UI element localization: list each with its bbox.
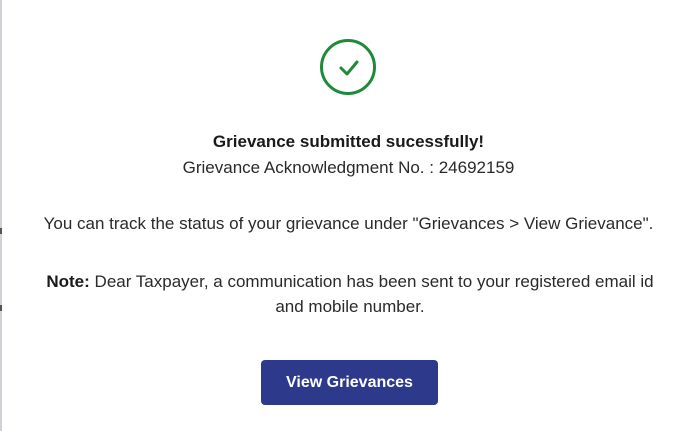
- note-text: Note: Dear Taxpayer, a communication has…: [30, 269, 670, 319]
- view-grievances-button[interactable]: View Grievances: [261, 360, 438, 405]
- acknowledgment-label: Grievance Acknowledgment No. :: [182, 158, 434, 177]
- left-border-mark: [0, 305, 2, 311]
- note-label: Note:: [46, 272, 90, 291]
- acknowledgment-line: Grievance Acknowledgment No. : 24692159: [0, 157, 697, 179]
- grievance-success-panel: Grievance submitted sucessfully! Grievan…: [0, 0, 697, 431]
- track-status-text: You can track the status of your grievan…: [43, 214, 654, 233]
- note-body: Dear Taxpayer, a communication has been …: [89, 272, 654, 316]
- check-circle-icon: [320, 39, 376, 95]
- acknowledgment-number: 24692159: [438, 158, 515, 177]
- success-title: Grievance submitted sucessfully!: [212, 132, 485, 151]
